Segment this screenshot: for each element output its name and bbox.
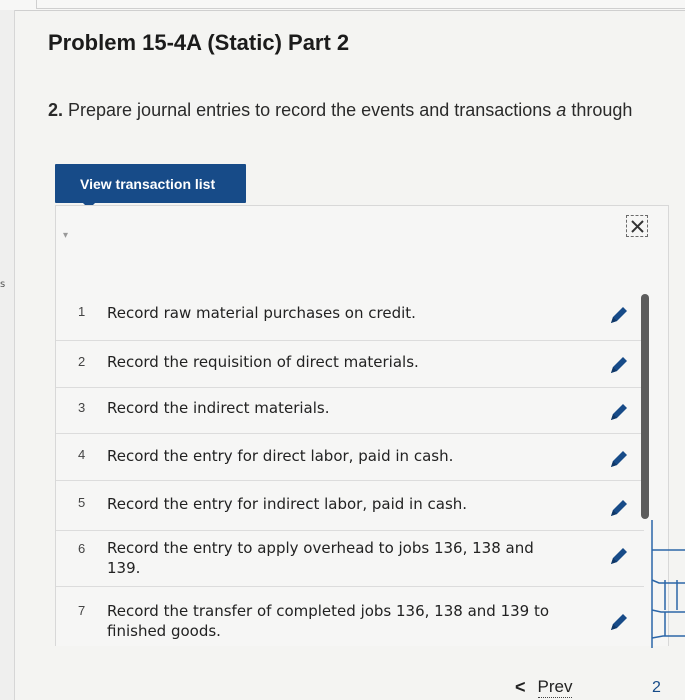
transaction-row-5: 5 Record the entry for indirect labor, p… bbox=[56, 480, 644, 531]
transaction-text: Record the entry for indirect labor, pai… bbox=[107, 495, 468, 513]
transaction-number: 6 bbox=[78, 541, 86, 556]
transaction-number: 4 bbox=[78, 447, 86, 462]
page-number[interactable]: 2 bbox=[652, 679, 661, 697]
transaction-row-4: 4 Record the entry for direct labor, pai… bbox=[56, 433, 644, 481]
right-edge-fragment bbox=[649, 520, 685, 650]
pencil-icon[interactable] bbox=[608, 304, 630, 326]
transaction-text: Record the requisition of direct materia… bbox=[107, 353, 419, 371]
transaction-number: 2 bbox=[78, 354, 86, 369]
transaction-number: 3 bbox=[78, 400, 86, 415]
instruction: 2. Prepare journal entries to record the… bbox=[48, 100, 632, 121]
pencil-icon[interactable] bbox=[608, 611, 630, 633]
scrollbar[interactable] bbox=[641, 294, 649, 519]
transaction-text: Record the entry for direct labor, paid … bbox=[107, 447, 454, 465]
page-title: Problem 15-4A (Static) Part 2 bbox=[48, 30, 350, 55]
transaction-list-panel: ▾ 1 Record raw material purchases on cre… bbox=[55, 205, 669, 646]
instruction-text: Prepare journal entries to record the ev… bbox=[63, 100, 557, 120]
panel-chevron-icon: ▾ bbox=[63, 230, 69, 241]
transaction-row-3: 3 Record the indirect materials. bbox=[56, 387, 644, 434]
transaction-text: Record the indirect materials. bbox=[107, 399, 330, 417]
instruction-text-end: through bbox=[566, 100, 633, 120]
prev-label: Prev bbox=[537, 677, 573, 698]
transaction-row-7: 7 Record the transfer of completed jobs … bbox=[56, 586, 644, 646]
chevron-left-icon: < bbox=[515, 677, 526, 697]
transaction-text: Record the transfer of completed jobs 13… bbox=[107, 602, 550, 640]
transaction-row-2: 2 Record the requisition of direct mater… bbox=[56, 340, 644, 388]
view-transaction-list-label: View transaction list bbox=[80, 175, 216, 192]
edge-mark: s bbox=[0, 279, 6, 290]
transaction-number: 1 bbox=[78, 304, 86, 319]
page: s Problem 15-4A (Static) Part 2 2. Prepa… bbox=[0, 0, 685, 700]
transaction-number: 7 bbox=[78, 603, 86, 618]
top-panel bbox=[0, 0, 685, 11]
transaction-number: 5 bbox=[78, 495, 86, 510]
transaction-text: Record raw material purchases on credit. bbox=[107, 304, 416, 322]
transaction-row-6: 6 Record the entry to apply overhead to … bbox=[56, 530, 644, 587]
pencil-icon[interactable] bbox=[608, 448, 630, 470]
transaction-row-1: 1 Record raw material purchases on credi… bbox=[56, 294, 644, 340]
pencil-icon[interactable] bbox=[608, 354, 630, 376]
close-icon[interactable] bbox=[626, 215, 648, 237]
prev-button[interactable]: < Prev bbox=[515, 677, 573, 698]
instruction-number: 2. bbox=[48, 100, 64, 120]
left-edge: s bbox=[0, 10, 15, 700]
pencil-icon[interactable] bbox=[608, 545, 630, 567]
pencil-icon[interactable] bbox=[608, 497, 630, 519]
pencil-icon[interactable] bbox=[608, 401, 630, 423]
view-transaction-list-button[interactable]: View transaction list bbox=[55, 164, 246, 209]
instruction-italic: a bbox=[556, 100, 567, 120]
transaction-text: Record the entry to apply overhead to jo… bbox=[107, 539, 534, 577]
